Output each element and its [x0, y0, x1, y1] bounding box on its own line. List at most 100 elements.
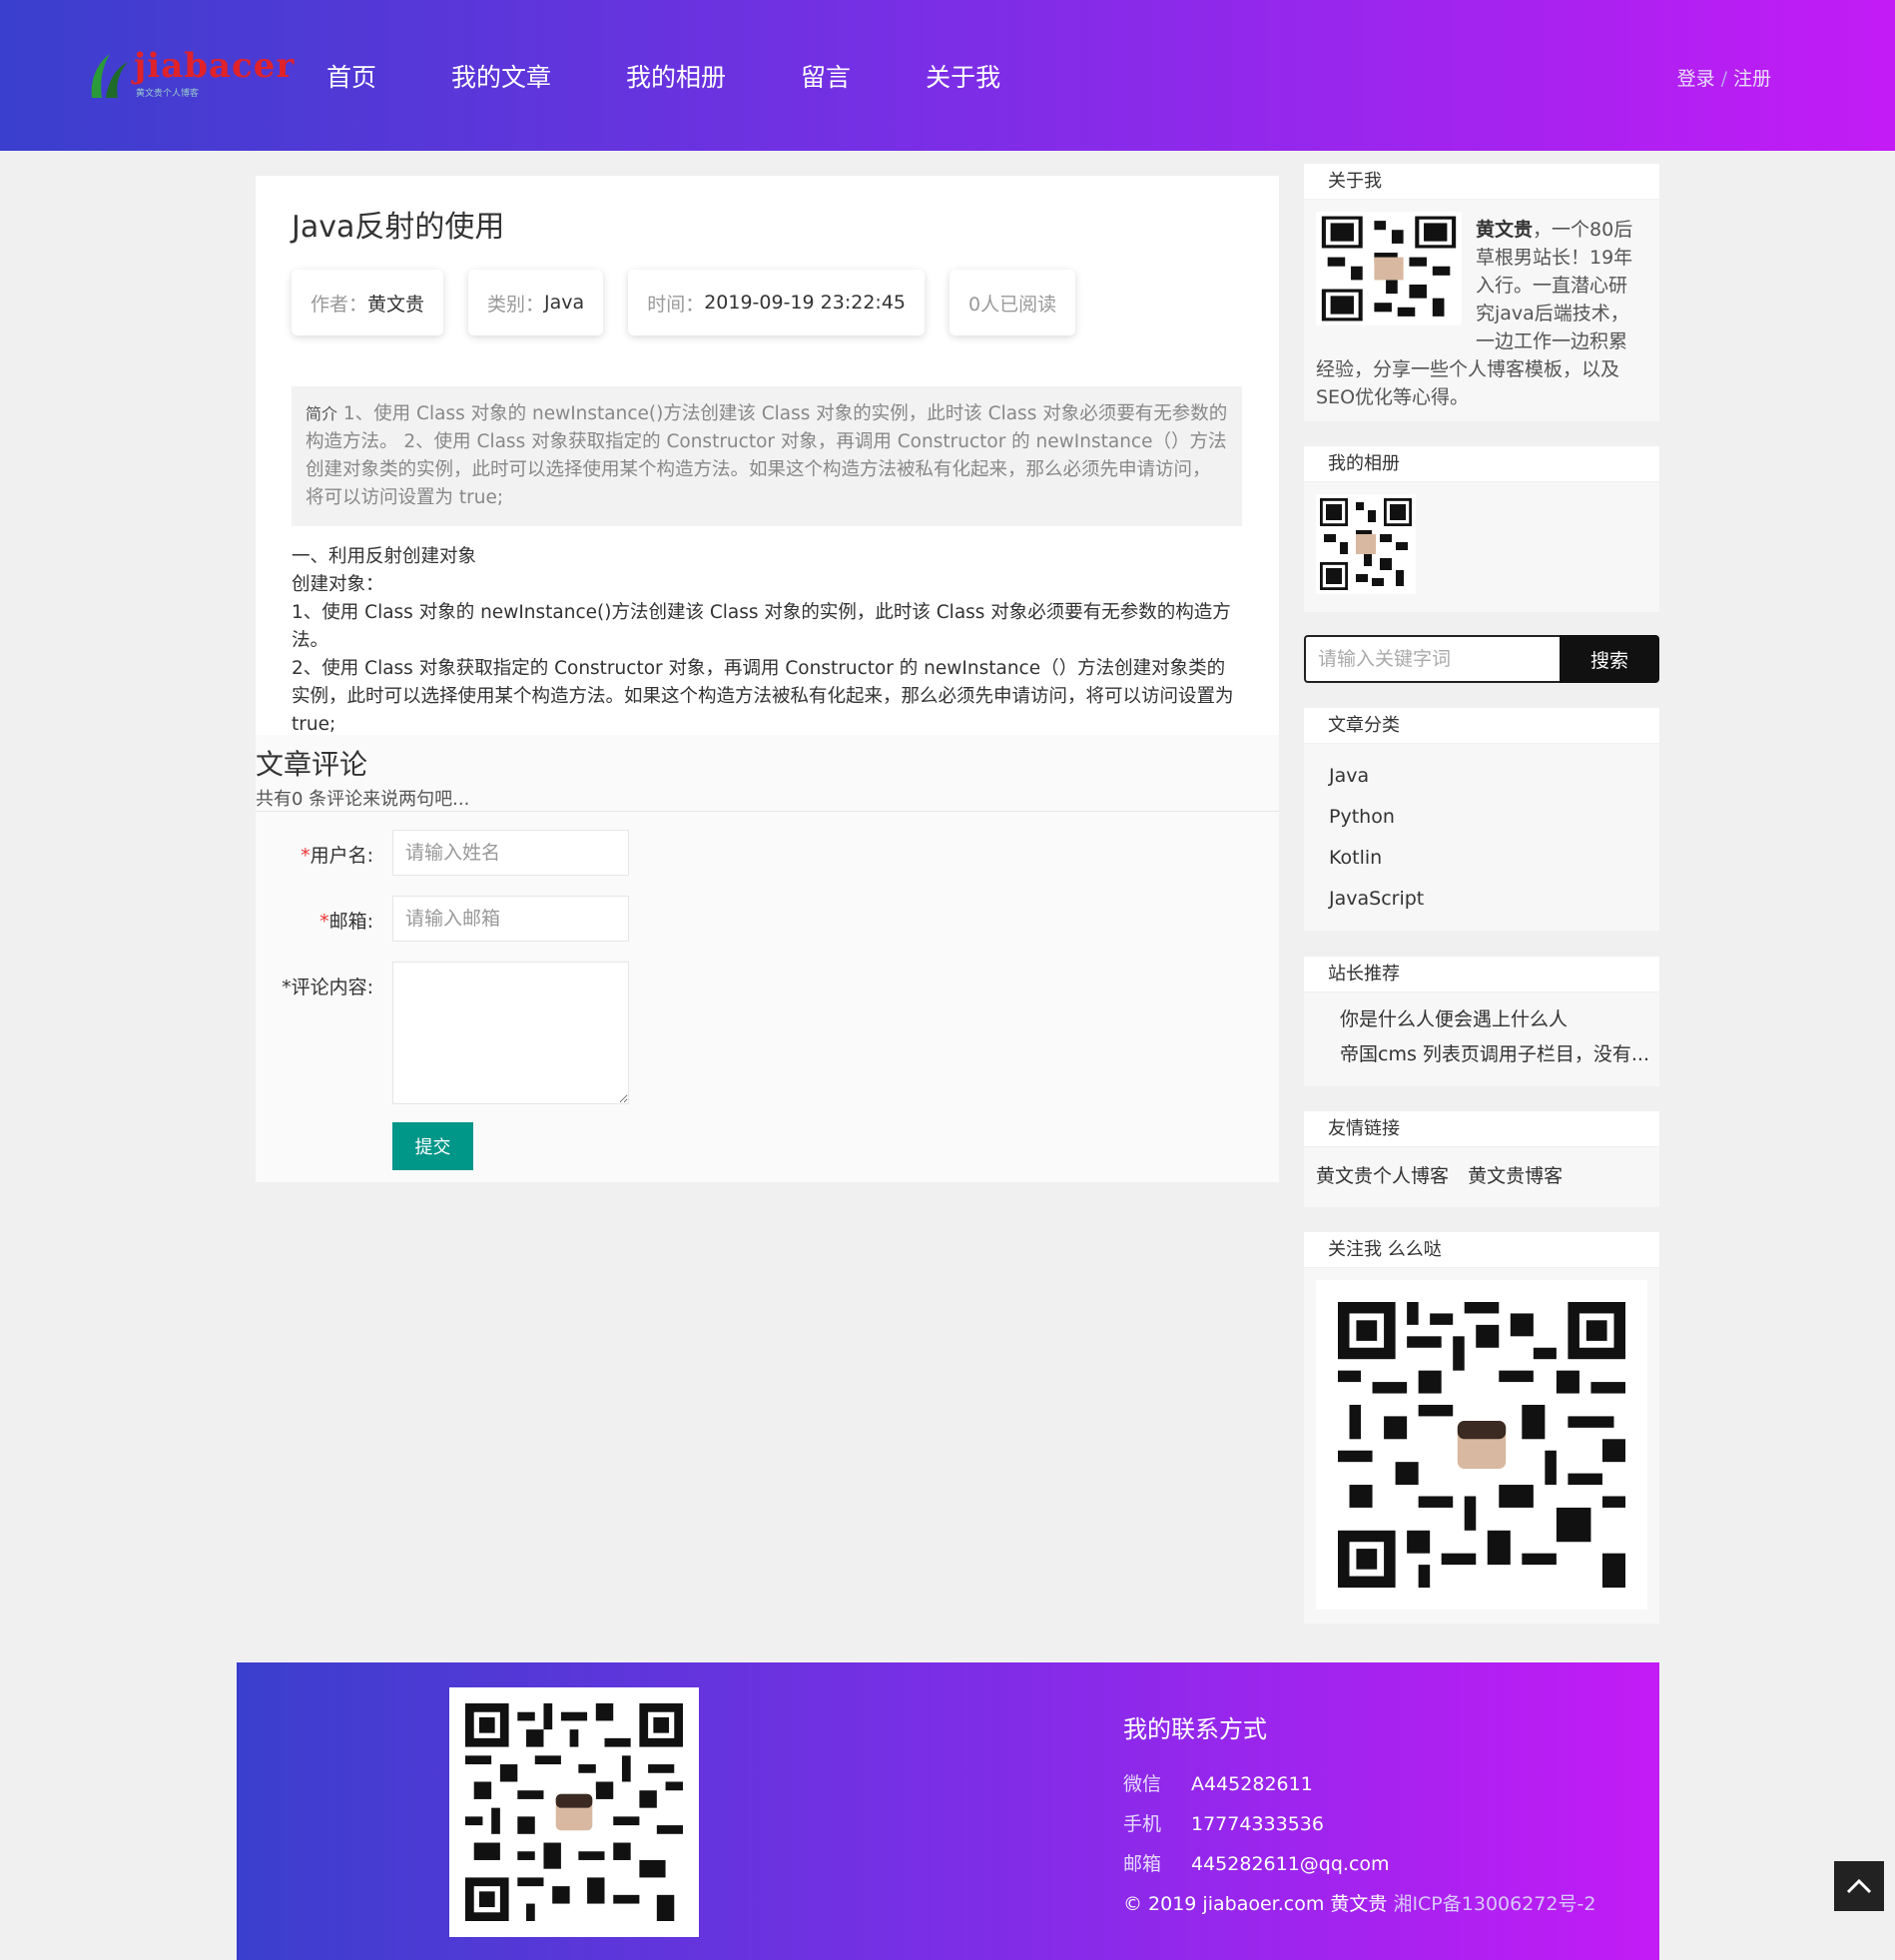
footer-wechat: 微信 A445282611	[1123, 1769, 1313, 1796]
about-name: 黄文贵	[1476, 219, 1534, 241]
category-item[interactable]: Kotlin	[1304, 838, 1659, 879]
back-to-top-button[interactable]	[1834, 1861, 1884, 1911]
follow-qr-code	[1316, 1280, 1647, 1610]
article-paragraph: 创建对象：	[292, 574, 384, 595]
meta-category-key: 类别：	[487, 293, 545, 316]
article-meta: 作者： 黄文贵 类别： Java 时间： 2019-09-19 23:22:45…	[292, 270, 1100, 335]
friend-link[interactable]: 黄文贵博客	[1468, 1165, 1563, 1187]
article-paragraph: 1、使用 Class 对象的 newInstance()方法创建该 Class …	[292, 602, 1231, 651]
footer-wechat-key: 微信	[1123, 1773, 1162, 1795]
links-card: 友情链接 黄文贵个人博客 黄文贵博客	[1304, 1111, 1659, 1207]
footer-wechat-value: A445282611	[1191, 1773, 1313, 1795]
qr-code-icon	[465, 1703, 683, 1921]
recommend-item[interactable]: 你是什么人便会遇上什么人	[1304, 1002, 1659, 1037]
article-paragraph: 一、利用反射创建对象	[292, 546, 477, 567]
meta-reads-value: 0人已阅读	[968, 293, 1057, 316]
nav-home[interactable]: 首页	[326, 58, 376, 94]
nav-articles[interactable]: 我的文章	[451, 58, 551, 94]
email-label: *邮箱:	[319, 911, 373, 933]
site-header: jiabacer 黄文贵个人博客 首页 我的文章 我的相册 留言 关于我 登录 /…	[0, 0, 1895, 151]
album-card: 我的相册	[1304, 446, 1659, 612]
meta-reads: 0人已阅读	[949, 270, 1076, 335]
meta-category: 类别： Java	[468, 270, 604, 335]
meta-time-value: 2019-09-19 23:22:45	[704, 292, 906, 314]
divider	[256, 811, 1279, 812]
meta-author: 作者： 黄文贵	[292, 270, 444, 335]
footer-email-key: 邮箱	[1123, 1853, 1162, 1875]
summary-text: 1、使用 Class 对象的 newInstance()方法创建该 Class …	[306, 403, 1228, 508]
auth-separator: /	[1720, 68, 1727, 90]
auth-links: 登录 / 注册	[1677, 64, 1771, 91]
article-body: 一、利用反射创建对象 创建对象： 1、使用 Class 对象的 newInsta…	[292, 543, 1242, 739]
about-card: 关于我 黄文贵，一个80后草根男站长！19年入行。一直潜心研究java后端技术，…	[1304, 164, 1659, 421]
recommend-list: 你是什么人便会遇上什么人 帝国cms 列表页调用子栏目，没有...	[1304, 992, 1659, 1086]
chevron-up-icon	[1846, 1878, 1872, 1894]
comments-count: 共有0 条评论来说两句吧...	[256, 789, 470, 810]
comment-textarea[interactable]	[392, 962, 629, 1104]
username-input[interactable]	[392, 830, 629, 876]
register-link[interactable]: 注册	[1733, 68, 1771, 90]
copyright-text: © 2019 jiabaoer.com 黄文贵	[1123, 1893, 1388, 1915]
site-logo[interactable]: jiabacer 黄文贵个人博客	[88, 46, 294, 106]
links-card-title: 友情链接	[1304, 1111, 1659, 1147]
about-card-body: 黄文贵，一个80后草根男站长！19年入行。一直潜心研究java后端技术，一边工作…	[1304, 200, 1659, 421]
meta-time-key: 时间：	[647, 293, 705, 316]
meta-author-key: 作者：	[311, 293, 368, 316]
nav-album[interactable]: 我的相册	[626, 58, 726, 94]
recommend-card: 站长推荐 你是什么人便会遇上什么人 帝国cms 列表页调用子栏目，没有...	[1304, 957, 1659, 1086]
about-float-spacer	[1316, 216, 1476, 331]
about-card-title: 关于我	[1304, 164, 1659, 200]
content-label: *评论内容:	[282, 977, 373, 998]
follow-card-body	[1304, 1268, 1659, 1624]
logo-text: jiabacer	[134, 46, 296, 86]
nav-guestbook[interactable]: 留言	[801, 58, 851, 94]
article-title: Java反射的使用	[292, 210, 505, 245]
recommend-card-title: 站长推荐	[1304, 957, 1659, 992]
article-summary: 简介 1、使用 Class 对象的 newInstance()方法创建该 Cla…	[292, 386, 1242, 526]
follow-card: 关注我 么么哒	[1304, 1232, 1659, 1624]
logo-subtitle: 黄文贵个人博客	[136, 89, 200, 99]
submit-button[interactable]: 提交	[392, 1122, 473, 1170]
icp-link[interactable]: 湘ICP备13006272号-2	[1393, 1893, 1595, 1915]
site-footer: 我的联系方式 微信 A445282611 手机 17774333536 邮箱 4452…	[237, 1662, 1659, 1960]
category-item[interactable]: JavaScript	[1304, 879, 1659, 920]
album-card-body	[1304, 482, 1659, 612]
nav-about[interactable]: 关于我	[926, 58, 1000, 94]
footer-qr-code	[449, 1687, 699, 1937]
category-item[interactable]: Java	[1304, 756, 1659, 797]
footer-phone-key: 手机	[1123, 1813, 1162, 1835]
meta-author-value: 黄文贵	[367, 293, 425, 316]
album-photo[interactable]	[1316, 494, 1416, 594]
meta-category-value[interactable]: Java	[544, 292, 584, 314]
search-button[interactable]: 搜索	[1560, 635, 1659, 683]
username-label: *用户名:	[301, 845, 373, 867]
comments-title: 文章评论	[256, 748, 368, 781]
categories-card-title: 文章分类	[1304, 708, 1659, 744]
leaf-logo-icon	[91, 54, 128, 98]
search-input[interactable]	[1304, 635, 1560, 683]
qr-code-icon	[1338, 1302, 1625, 1588]
footer-phone: 手机 17774333536	[1123, 1809, 1324, 1836]
summary-label: 简介	[306, 404, 338, 423]
categories-card: 文章分类 Java Python Kotlin JavaScript	[1304, 708, 1659, 931]
category-item[interactable]: Python	[1304, 797, 1659, 838]
links-list: 黄文贵个人博客 黄文贵博客	[1304, 1147, 1659, 1207]
album-card-title: 我的相册	[1304, 446, 1659, 482]
required-mark: *	[301, 845, 311, 867]
email-input[interactable]	[392, 896, 629, 942]
friend-link[interactable]: 黄文贵个人博客	[1316, 1165, 1449, 1187]
categories-list: Java Python Kotlin JavaScript	[1304, 744, 1659, 931]
footer-email-value: 445282611@qq.com	[1191, 1853, 1390, 1875]
recommend-item[interactable]: 帝国cms 列表页调用子栏目，没有...	[1304, 1037, 1659, 1072]
login-link[interactable]: 登录	[1677, 68, 1715, 90]
search-box: 搜索	[1304, 635, 1659, 683]
footer-email: 邮箱 445282611@qq.com	[1123, 1849, 1390, 1876]
about-text: 黄文贵，一个80后草根男站长！19年入行。一直潜心研究java后端技术，一边工作…	[1316, 216, 1641, 411]
footer-phone-value: 17774333536	[1191, 1813, 1324, 1835]
footer-copyright: © 2019 jiabaoer.com 黄文贵 湘ICP备13006272号-2	[1123, 1889, 1595, 1916]
follow-card-title: 关注我 么么哒	[1304, 1232, 1659, 1268]
required-mark: *	[319, 911, 329, 933]
qr-code-icon	[1316, 494, 1416, 594]
article-paragraph: 2、使用 Class 对象获取指定的 Constructor 对象，再调用 Co…	[292, 658, 1234, 735]
main-nav: 首页 我的文章 我的相册 留言 关于我	[326, 58, 1075, 94]
